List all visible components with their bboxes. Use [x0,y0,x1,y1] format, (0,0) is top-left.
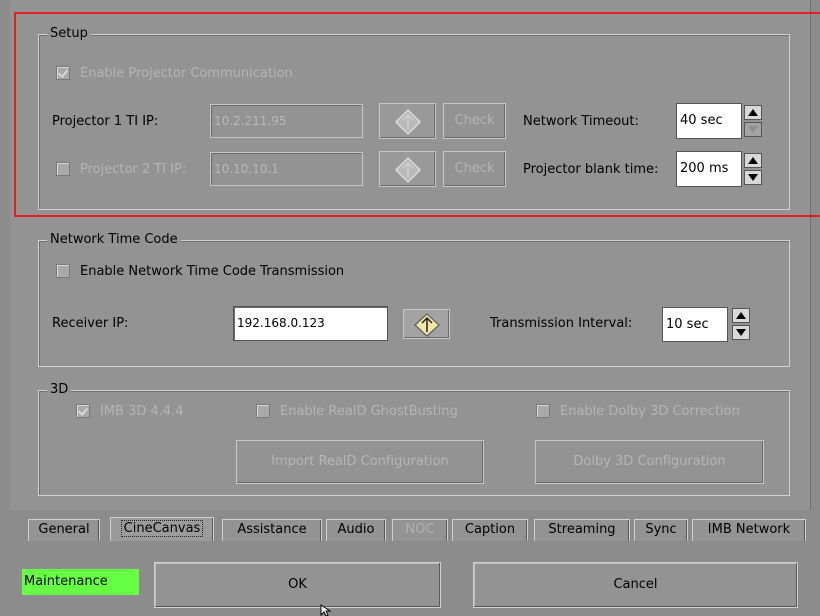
tab-assistance[interactable]: Assistance [222,519,322,541]
setup-group-title: Setup [47,26,91,42]
blank-time-up-arrow[interactable] [744,153,762,168]
projector1-ip-field[interactable]: 10.2.211.95 [210,104,363,138]
enable-ntc-label: Enable Network Time Code Transmission [80,264,345,279]
tab-imb-network[interactable]: IMB Network [692,519,806,541]
tab-assistance-label: Assistance [237,522,307,537]
tab-cinecanvas[interactable]: CineCanvas [110,517,214,541]
tab-sync[interactable]: Sync [634,519,688,541]
transmission-interval-label: Transmission Interval: [490,316,633,331]
projector1-edit-ip-button[interactable] [379,103,436,139]
ip-edit-icon [413,312,441,338]
network-timeout-down-arrow[interactable] [744,122,762,137]
network-time-code-group: Network Time Code [38,232,790,367]
dolby-3d-correction-checkbox[interactable] [536,404,550,418]
tab-noc-label: NOC [405,522,435,537]
network-timeout-label: Network Timeout: [523,114,639,129]
tab-caption[interactable]: Caption [452,519,528,541]
tab-sync-label: Sync [645,522,677,537]
mouse-cursor-icon [320,604,332,616]
ok-button[interactable]: OK [154,562,441,608]
imb-3d-checkbox[interactable] [76,404,90,418]
transmission-interval-down-arrow[interactable] [732,325,750,340]
projector2-ip-field[interactable]: 10.10.10.1 [210,152,363,186]
enable-projector-comm-label: Enable Projector Communication [80,66,293,81]
tab-streaming-label: Streaming [548,522,616,537]
receiver-ip-field[interactable]: 192.168.0.123 [233,306,388,341]
tab-streaming[interactable]: Streaming [534,519,630,541]
network-timeout-value[interactable]: 40 sec [676,103,742,139]
enable-ntc-checkbox[interactable] [56,264,70,278]
receiver-edit-ip-button[interactable] [403,309,450,339]
network-timeout-up-arrow[interactable] [744,105,762,120]
cancel-button[interactable]: Cancel [473,562,798,608]
enable-projector-comm-checkbox[interactable] [56,66,70,80]
tab-general[interactable]: General [28,519,100,541]
tab-noc[interactable]: NOC [392,519,448,541]
dolby-3d-config-button[interactable]: Dolby 3D Configuration [535,440,764,484]
projector1-ip-label: Projector 1 TI IP: [52,114,159,129]
network-timeout-spinner[interactable]: 40 sec [676,103,762,139]
tab-general-label: General [38,522,90,537]
import-reald-config-button[interactable]: Import RealD Configuration [236,440,484,484]
tab-caption-label: Caption [464,522,516,537]
tab-audio[interactable]: Audio [326,519,386,541]
projector2-ip-label: Projector 2 TI IP: [80,162,187,177]
reald-ghostbusting-label: Enable RealD GhostBusting [280,404,458,419]
dolby-3d-correction-label: Enable Dolby 3D Correction [560,404,740,419]
network-time-code-group-title: Network Time Code [47,232,181,248]
projector2-checkbox[interactable] [56,162,70,176]
transmission-interval-up-arrow[interactable] [732,308,750,323]
transmission-interval-spinner[interactable]: 10 sec [662,307,750,342]
receiver-ip-label: Receiver IP: [52,316,129,331]
transmission-interval-value[interactable]: 10 sec [662,307,728,342]
tab-cinecanvas-label: CineCanvas [120,520,204,537]
tab-imb-network-label: IMB Network [707,522,791,537]
blank-time-value[interactable]: 200 ms [676,151,742,187]
maintenance-badge: Maintenance [22,569,139,595]
blank-time-spinner[interactable]: 200 ms [676,151,762,187]
three-d-group-title: 3D [47,382,72,398]
blank-time-down-arrow[interactable] [744,170,762,185]
projector1-check-button[interactable]: Check [443,103,506,139]
reald-ghostbusting-checkbox[interactable] [256,404,270,418]
imb-3d-label: IMB 3D 4.4.4 [100,404,184,419]
projector2-edit-ip-button[interactable] [379,151,436,187]
projector2-check-button[interactable]: Check [443,151,506,187]
tab-audio-label: Audio [337,522,375,537]
ip-edit-icon [394,108,422,136]
blank-time-label: Projector blank time: [523,162,659,177]
ip-edit-icon [394,156,422,184]
